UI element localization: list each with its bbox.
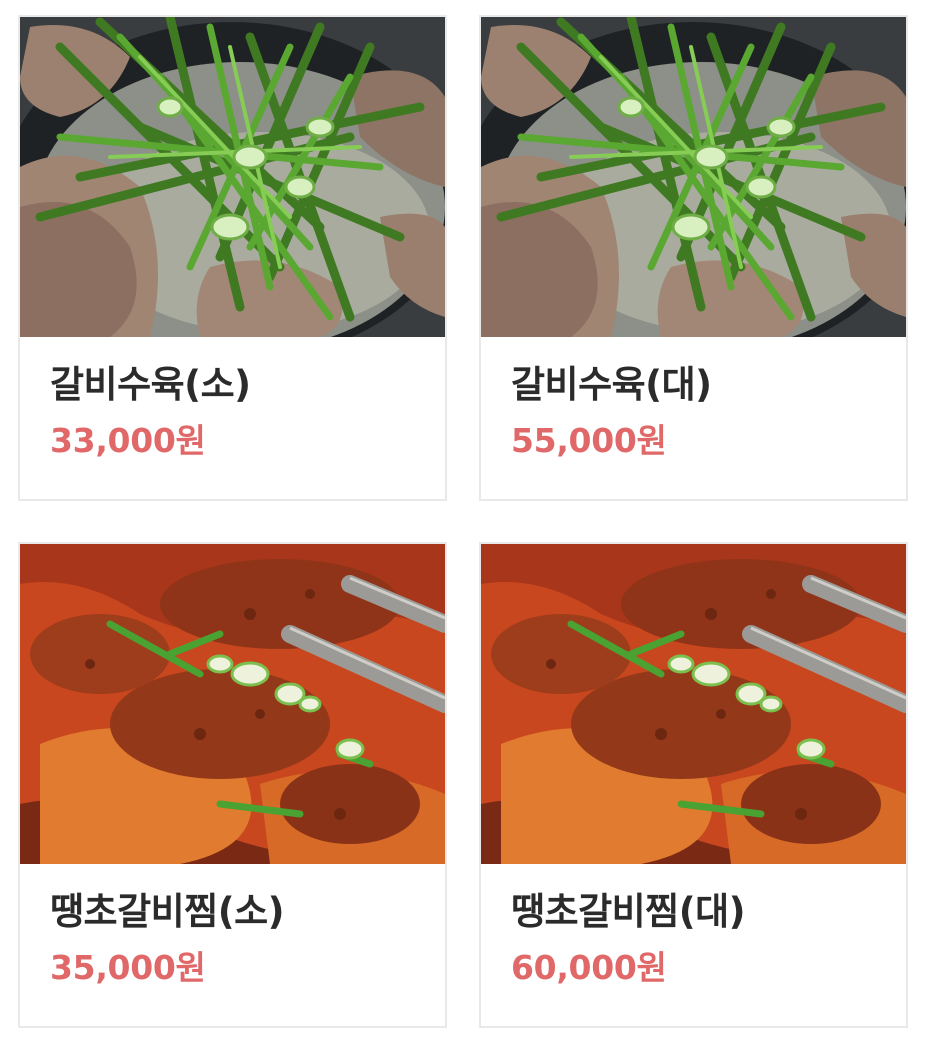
menu-item-card[interactable]: 갈비수육(소) 33,000원 [18, 15, 447, 501]
menu-item-name: 땡초갈비찜(대) [511, 890, 746, 933]
galbi-suyuk-photo [481, 17, 906, 337]
menu-item-name: 땡초갈비찜(소) [50, 890, 285, 933]
menu-item-price: 33,000원 [50, 421, 206, 460]
ttaengcho-galbijjim-photo [481, 544, 906, 864]
menu-item-info: 땡초갈비찜(소) 35,000원 [20, 864, 445, 988]
menu-item-name: 갈비수육(대) [511, 363, 712, 406]
menu-item-info: 땡초갈비찜(대) 60,000원 [481, 864, 906, 988]
menu-item-info: 갈비수육(대) 55,000원 [481, 337, 906, 461]
menu-item-price: 60,000원 [511, 948, 667, 987]
menu-item-card[interactable]: 땡초갈비찜(소) 35,000원 [18, 542, 447, 1028]
galbi-suyuk-photo [20, 17, 445, 337]
menu-item-name: 갈비수육(소) [50, 363, 251, 406]
menu-item-price: 35,000원 [50, 948, 206, 987]
menu-grid: 갈비수육(소) 33,000원 갈비수육(대) 55,000원 땡초갈비찜(소)… [18, 15, 908, 1028]
menu-item-info: 갈비수육(소) 33,000원 [20, 337, 445, 461]
ttaengcho-galbijjim-photo [20, 544, 445, 864]
menu-item-card[interactable]: 땡초갈비찜(대) 60,000원 [479, 542, 908, 1028]
menu-item-card[interactable]: 갈비수육(대) 55,000원 [479, 15, 908, 501]
menu-item-price: 55,000원 [511, 421, 667, 460]
